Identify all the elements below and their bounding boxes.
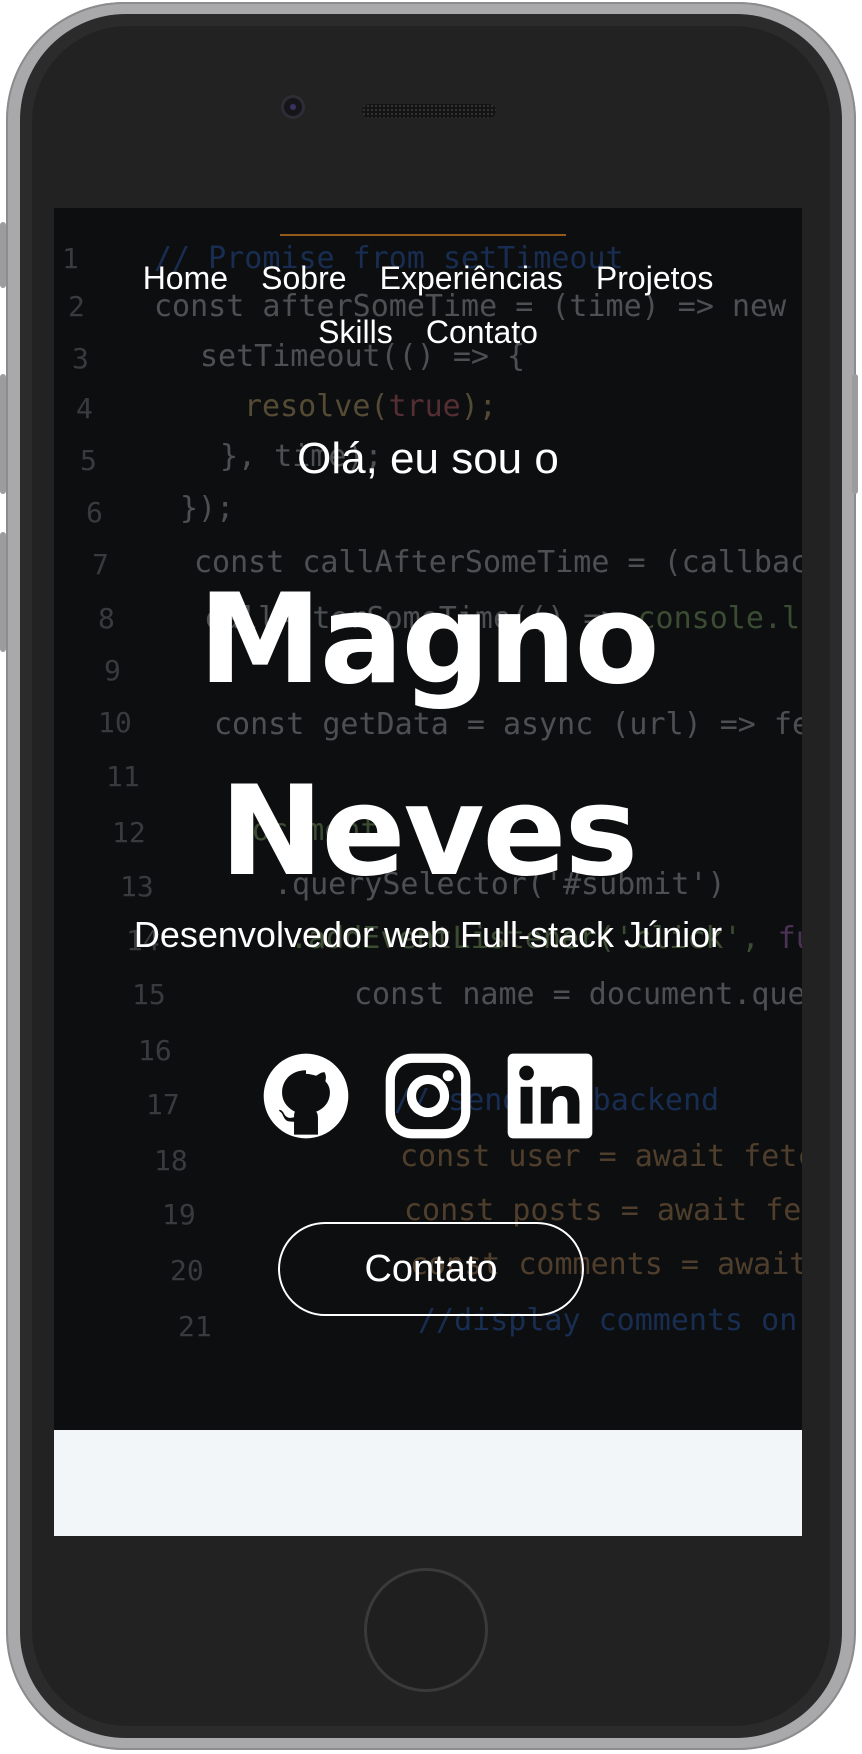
nav-home-link[interactable]: Home	[143, 254, 228, 302]
nav-skills-link[interactable]: Skills	[318, 308, 393, 356]
github-icon	[263, 1053, 349, 1139]
linkedin-link[interactable]	[504, 1050, 596, 1142]
front-camera-icon	[284, 98, 302, 116]
svg-text:18: 18	[154, 1144, 188, 1177]
volume-up-button	[0, 374, 6, 494]
home-button[interactable]	[364, 1568, 488, 1692]
svg-text:6: 6	[86, 496, 103, 529]
svg-text:21: 21	[178, 1310, 212, 1343]
nav-sobre-link[interactable]: Sobre	[261, 254, 346, 302]
nav-contato-link[interactable]: Contato	[426, 308, 538, 356]
svg-text:4: 4	[76, 392, 93, 425]
svg-text:15: 15	[132, 978, 166, 1011]
hero-first-name: Magno	[198, 568, 659, 712]
nav-projetos-link[interactable]: Projetos	[596, 254, 713, 302]
svg-text:});: });	[180, 491, 234, 526]
linkedin-icon	[507, 1053, 593, 1139]
hero-name: Magno Neves	[54, 544, 802, 928]
phone-screen: 123 456 789 10 11 12 13 14 15 16 17 18 19 20 21 …	[54, 208, 802, 1536]
instagram-link[interactable]	[382, 1050, 474, 1142]
social-links	[54, 1050, 802, 1142]
svg-text:19: 19	[162, 1198, 196, 1231]
instagram-icon	[385, 1053, 471, 1139]
svg-text:resolve(true);: resolve(true);	[244, 389, 497, 424]
top-accent-line	[280, 234, 566, 236]
contact-button[interactable]: Contato	[278, 1222, 584, 1316]
github-link[interactable]	[260, 1050, 352, 1142]
hero-section: 123 456 789 10 11 12 13 14 15 16 17 18 19 20 21 …	[54, 208, 802, 1430]
greeting-text: Olá, eu sou o	[297, 434, 559, 483]
mute-switch	[0, 222, 6, 288]
speaker-grille	[362, 104, 496, 118]
svg-text:20: 20	[170, 1254, 204, 1287]
nav-experiencias-link[interactable]: Experiências	[380, 254, 563, 302]
power-button	[852, 374, 858, 494]
main-nav: Home Sobre Experiências Projetos Skills …	[54, 254, 802, 362]
svg-text:const user = await fetch: const user = await fetch	[400, 1139, 802, 1174]
volume-down-button	[0, 532, 6, 652]
role-subtitle: Desenvolvedor web Full-stack Júnior	[133, 914, 723, 955]
hero-last-name: Neves	[219, 760, 639, 904]
svg-text:const name = document.quer: const name = document.quer	[354, 977, 802, 1012]
